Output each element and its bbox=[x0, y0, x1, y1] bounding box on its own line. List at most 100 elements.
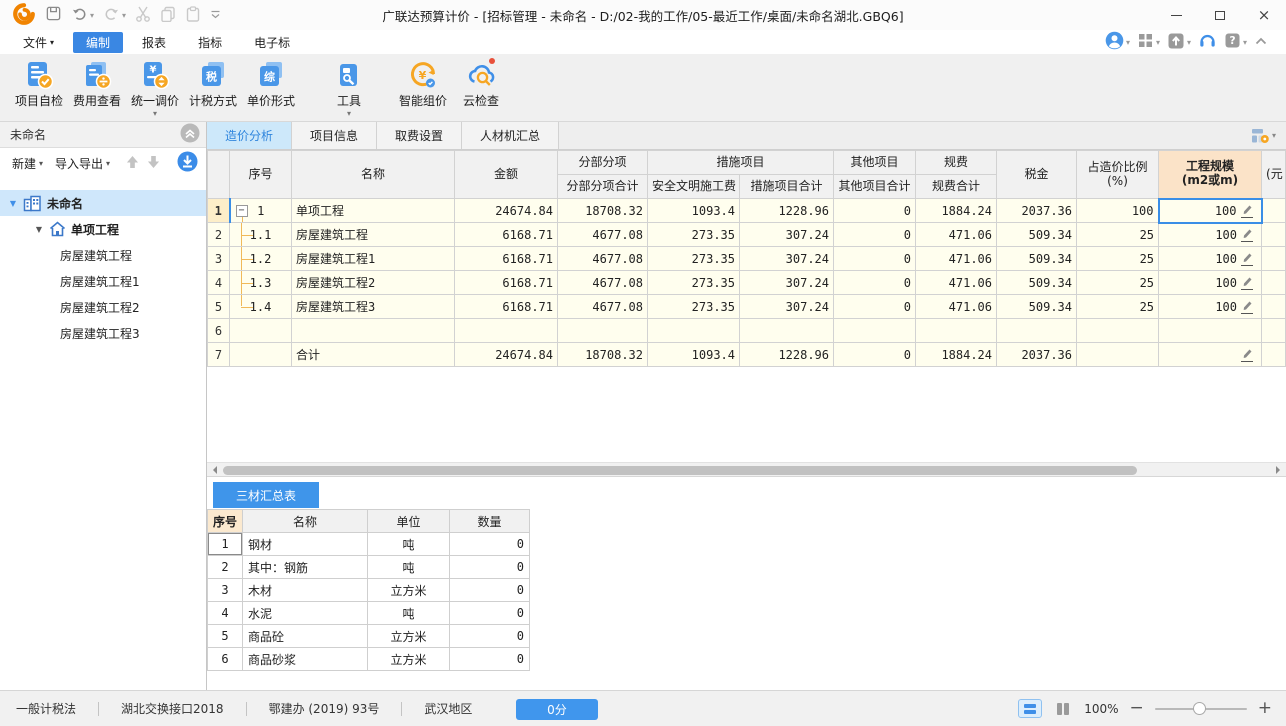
cell-name[interactable]: 房屋建筑工程 bbox=[291, 222, 455, 247]
mat-header-qty[interactable]: 数量 bbox=[449, 509, 531, 533]
score-button[interactable]: 0分 bbox=[516, 699, 598, 720]
cell-name[interactable]: 单项工程 bbox=[291, 198, 455, 223]
tab-取费设置[interactable]: 取费设置 bbox=[377, 122, 463, 149]
cell-amount[interactable]: 6168.71 bbox=[454, 222, 558, 247]
cell-ratio[interactable] bbox=[1076, 318, 1160, 343]
cell-serial[interactable] bbox=[229, 318, 292, 343]
mat-cell-name[interactable]: 钢材 bbox=[242, 532, 369, 556]
corner-header[interactable] bbox=[207, 150, 230, 199]
col-header-fbfx-total[interactable]: 分部分项合计 bbox=[557, 174, 648, 199]
mat-cell-qty[interactable]: 0 bbox=[449, 601, 531, 625]
paste-icon[interactable] bbox=[185, 5, 201, 25]
cell-qt-total[interactable]: 0 bbox=[833, 222, 917, 247]
cell-tax[interactable]: 509.34 bbox=[996, 294, 1078, 319]
mat-header-sn[interactable]: 序号 bbox=[207, 509, 244, 533]
tree-item-未命名[interactable]: ▼ 未命名 bbox=[0, 190, 206, 216]
cell-qt-total[interactable]: 0 bbox=[833, 294, 917, 319]
col-header-qt-total[interactable]: 其他项目合计 bbox=[833, 174, 917, 199]
col-header-sn[interactable]: 序号 bbox=[229, 150, 292, 199]
save-icon[interactable] bbox=[45, 5, 62, 25]
ribbon-button-计税方式[interactable]: 税计税方式 bbox=[184, 58, 242, 120]
collapse-row-icon[interactable]: − bbox=[235, 204, 248, 217]
mat-cell-sn[interactable]: 5 bbox=[207, 624, 244, 648]
expand-all-icon[interactable] bbox=[177, 151, 198, 175]
help-icon[interactable]: ? ▾ bbox=[1224, 32, 1247, 52]
cell-fbfx-total[interactable]: 4677.08 bbox=[557, 294, 648, 319]
menu-item-编制[interactable]: 编制 bbox=[73, 31, 124, 53]
cell-qt-total[interactable]: 0 bbox=[833, 342, 917, 367]
scrollbar-thumb[interactable] bbox=[223, 465, 1138, 475]
cell-cs-total[interactable]: 307.24 bbox=[738, 246, 835, 271]
mat-cell-name[interactable]: 商品砂浆 bbox=[242, 647, 369, 671]
menu-item-电子标[interactable]: 电子标 bbox=[241, 32, 303, 53]
menu-item-报表[interactable]: 报表 bbox=[129, 32, 179, 53]
cell-scale[interactable]: 100 bbox=[1158, 222, 1263, 247]
apps-grid-icon[interactable]: ▾ bbox=[1137, 32, 1160, 52]
import-export-button[interactable]: 导入导出 ▾ bbox=[51, 153, 114, 174]
cell-fbfx-total[interactable] bbox=[557, 318, 648, 343]
redo-icon[interactable]: ▾ bbox=[103, 6, 126, 24]
mat-cell-unit[interactable]: 立方米 bbox=[367, 578, 451, 602]
cell-tax[interactable]: 509.34 bbox=[996, 270, 1078, 295]
cell-ratio[interactable]: 25 bbox=[1076, 294, 1160, 319]
cell-partial[interactable] bbox=[1261, 270, 1286, 295]
cell-serial[interactable]: −1 bbox=[229, 198, 292, 223]
toolbar-more-icon[interactable] bbox=[210, 8, 221, 23]
move-up-icon[interactable] bbox=[126, 155, 139, 172]
cell-scale[interactable]: 100 bbox=[1158, 246, 1263, 271]
tab-人材机汇总[interactable]: 人材机汇总 bbox=[462, 122, 560, 149]
cell-name[interactable]: 合计 bbox=[291, 342, 455, 367]
col-header-name[interactable]: 名称 bbox=[291, 150, 455, 199]
cell-serial[interactable]: 1.3 bbox=[229, 270, 292, 295]
cell-qt-total[interactable] bbox=[833, 318, 917, 343]
row-number-cell[interactable]: 6 bbox=[207, 318, 230, 343]
group-header-gf[interactable]: 规费 bbox=[915, 150, 998, 175]
cell-partial[interactable] bbox=[1261, 198, 1286, 223]
cell-amount[interactable]: 24674.84 bbox=[454, 198, 558, 223]
cell-safe-fee[interactable] bbox=[647, 318, 740, 343]
scroll-right-icon[interactable] bbox=[1272, 463, 1286, 476]
tree-item-房屋建筑工程[interactable]: 房屋建筑工程 bbox=[0, 242, 206, 268]
col-header-gf-total[interactable]: 规费合计 bbox=[915, 174, 998, 199]
collapse-ribbon-icon[interactable] bbox=[1254, 35, 1268, 50]
cell-ratio[interactable]: 100 bbox=[1076, 198, 1160, 223]
col-header-amount[interactable]: 金额 bbox=[454, 150, 558, 199]
cell-cs-total[interactable] bbox=[738, 318, 835, 343]
edit-pencil-icon[interactable] bbox=[1241, 275, 1254, 290]
cell-scale[interactable]: 100 bbox=[1158, 270, 1263, 295]
col-header-cs-total[interactable]: 措施项目合计 bbox=[738, 174, 835, 199]
zoom-slider-knob[interactable] bbox=[1193, 701, 1207, 715]
mat-cell-unit[interactable]: 立方米 bbox=[367, 647, 451, 671]
cell-serial[interactable]: 1.1 bbox=[229, 222, 292, 247]
row-number-cell[interactable]: 1 bbox=[207, 198, 231, 223]
cell-tax[interactable] bbox=[996, 318, 1078, 343]
ribbon-button-统一调价[interactable]: ¥ 统一调价 ▾ bbox=[126, 58, 184, 120]
view-settings-button[interactable]: ▾ bbox=[1251, 122, 1286, 149]
menu-item-指标[interactable]: 指标 bbox=[185, 32, 235, 53]
edit-pencil-icon[interactable] bbox=[1240, 203, 1253, 218]
split-horizontal-icon[interactable] bbox=[1018, 699, 1043, 718]
scrollbar-track[interactable] bbox=[221, 463, 1272, 476]
cell-gf-total[interactable]: 471.06 bbox=[915, 246, 998, 271]
minimize-button[interactable] bbox=[1154, 0, 1198, 30]
tree-expand-icon[interactable]: ▼ bbox=[34, 225, 44, 234]
group-header-fbfx[interactable]: 分部分项 bbox=[557, 150, 648, 175]
cell-fbfx-total[interactable]: 18708.32 bbox=[557, 198, 648, 223]
cell-tax[interactable]: 2037.36 bbox=[996, 342, 1078, 367]
tree-item-房屋建筑工程2[interactable]: 房屋建筑工程2 bbox=[0, 294, 206, 320]
cell-ratio[interactable]: 25 bbox=[1076, 222, 1160, 247]
row-number-cell[interactable]: 4 bbox=[207, 270, 230, 295]
col-header-ratio[interactable]: 占造价比例 (%) bbox=[1076, 150, 1160, 199]
menu-item-文件[interactable]: 文件 ▾ bbox=[10, 32, 67, 53]
mat-header-unit[interactable]: 单位 bbox=[367, 509, 451, 533]
cell-partial[interactable] bbox=[1261, 294, 1286, 319]
mat-cell-qty[interactable]: 0 bbox=[449, 555, 531, 579]
cell-partial[interactable] bbox=[1261, 222, 1286, 247]
zoom-in-button[interactable]: + bbox=[1258, 700, 1272, 717]
edit-pencil-icon[interactable] bbox=[1241, 299, 1254, 314]
move-down-icon[interactable] bbox=[147, 155, 160, 172]
cell-amount[interactable]: 24674.84 bbox=[454, 342, 558, 367]
cell-serial[interactable] bbox=[229, 342, 292, 367]
user-avatar-icon[interactable]: ▾ bbox=[1105, 31, 1130, 53]
mat-cell-name[interactable]: 其中：钢筋 bbox=[242, 555, 369, 579]
